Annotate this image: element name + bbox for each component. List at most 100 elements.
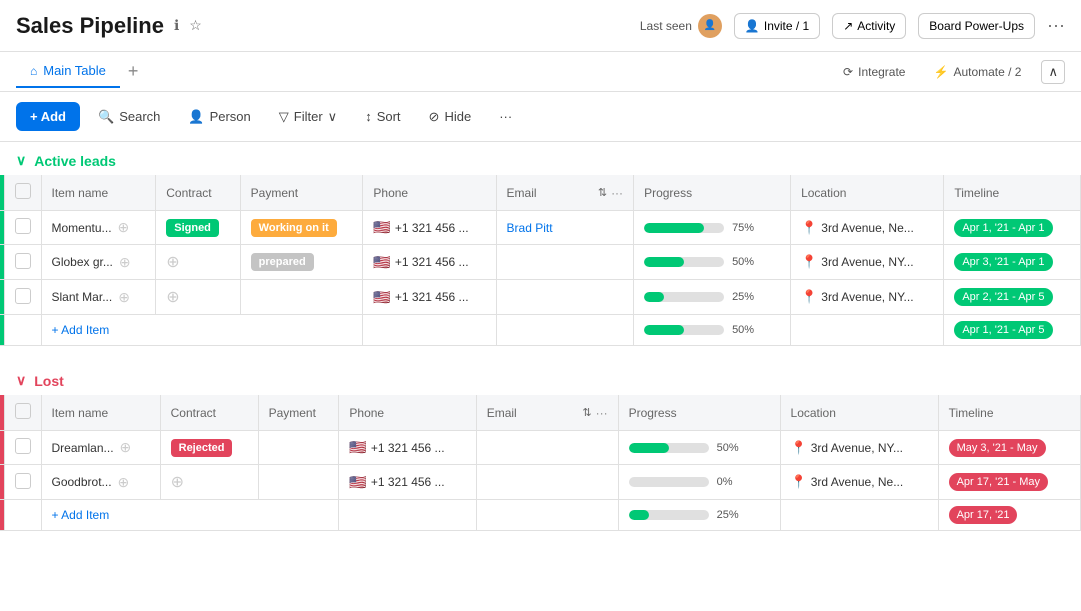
row-email (496, 280, 634, 315)
row-progress: 50% (618, 431, 780, 465)
add-person-icon[interactable]: ⊕ (118, 289, 130, 306)
add-item-row[interactable]: + Add Item 25% Apr 17, '21 (0, 500, 1081, 531)
group-header-lost: ∨ Lost (0, 362, 1081, 395)
add-person-icon[interactable]: ⊕ (118, 474, 130, 491)
integrate-button[interactable]: ⟳ Integrate (835, 61, 913, 83)
tabs-right: ⟳ Integrate ⚡ Automate / 2 ∧ (835, 60, 1065, 84)
info-icon[interactable]: ℹ (172, 15, 181, 36)
person-label: Person (210, 109, 251, 124)
th-location: Location (791, 175, 944, 211)
table-row: Globex gr... ⊕ ⊕ prepared 🇺🇸 +1 321 456 … (0, 245, 1081, 280)
hide-icon: ⊘ (429, 109, 440, 125)
row-phone: 🇺🇸 +1 321 456 ... (363, 211, 496, 245)
row-location: 📍 3rd Avenue, NY... (791, 280, 944, 315)
board-powerups-label: Board Power-Ups (929, 19, 1024, 33)
email-options-icon[interactable]: ··· (611, 186, 623, 200)
integrate-icon: ⟳ (843, 65, 853, 79)
row-checkbox[interactable] (15, 218, 31, 234)
row-timeline: May 3, '21 - May (938, 431, 1080, 465)
star-icon[interactable]: ☆ (187, 15, 204, 36)
location-icon: 📍 (801, 289, 817, 305)
more-tools-button[interactable]: ··· (489, 103, 522, 130)
flag-icon: 🇺🇸 (373, 219, 390, 236)
email-options-icon[interactable]: ··· (596, 406, 608, 420)
add-item-email (476, 500, 618, 531)
th-payment: Payment (240, 175, 363, 211)
row-payment (258, 431, 339, 465)
add-contract[interactable]: ⊕ (166, 254, 179, 271)
add-item-location (791, 315, 944, 346)
collapse-button[interactable]: ∧ (1041, 60, 1065, 84)
th-timeline: Timeline (944, 175, 1081, 211)
th-email: Email ⇅ ··· (496, 175, 634, 211)
row-checkbox[interactable] (15, 438, 31, 454)
app-title: Sales Pipeline (16, 13, 164, 39)
row-item-name: Goodbrot... ⊕ (41, 465, 160, 500)
th-phone: Phone (363, 175, 496, 211)
row-progress: 25% (634, 280, 791, 315)
add-item-timeline: Apr 1, '21 - Apr 5 (944, 315, 1081, 346)
email-link[interactable]: Brad Pitt (507, 221, 553, 235)
header-checkbox[interactable] (15, 403, 31, 419)
timeline-badge: Apr 1, '21 - Apr 1 (954, 219, 1052, 237)
progress-pct: 0% (717, 476, 745, 488)
automate-button[interactable]: ⚡ Automate / 2 (925, 61, 1029, 83)
row-checkbox[interactable] (15, 288, 31, 304)
email-sort-icon[interactable]: ⇅ (598, 186, 607, 199)
header-right: Last seen 👤 👤 Invite / 1 ↗ Activity Boar… (640, 13, 1065, 39)
add-contract[interactable]: ⊕ (166, 289, 179, 306)
add-person-icon[interactable]: ⊕ (119, 254, 131, 271)
table-row: Momentu... ⊕ Signed Working on it 🇺🇸 +1 … (0, 211, 1081, 245)
search-button[interactable]: 🔍 Search (88, 103, 170, 131)
row-contract: Signed (156, 211, 240, 245)
flag-icon: 🇺🇸 (349, 439, 366, 456)
add-item-label[interactable]: + Add Item (41, 315, 363, 346)
th-contract: Contract (160, 395, 258, 431)
header-checkbox[interactable] (15, 183, 31, 199)
row-item-name: Slant Mar... ⊕ (41, 280, 156, 315)
row-checkbox[interactable] (15, 253, 31, 269)
row-checkbox[interactable] (15, 473, 31, 489)
row-item-name: Dreamlan... ⊕ (41, 431, 160, 465)
add-label: + Add (30, 109, 66, 124)
table-row: Slant Mar... ⊕ ⊕ 🇺🇸 +1 321 456 ... (0, 280, 1081, 315)
add-item-timeline: Apr 17, '21 (938, 500, 1080, 531)
row-phone: 🇺🇸 +1 321 456 ... (363, 280, 496, 315)
add-item-row[interactable]: + Add Item 50% Apr 1, '21 - Apr 5 (0, 315, 1081, 346)
row-location: 📍 3rd Avenue, NY... (780, 431, 938, 465)
search-icon: 🔍 (98, 109, 114, 125)
group-chevron-lost[interactable]: ∨ (16, 372, 26, 389)
group-chevron-active[interactable]: ∨ (16, 152, 26, 169)
row-payment (258, 465, 339, 500)
tab-main-table[interactable]: ⌂ Main Table (16, 55, 120, 88)
row-timeline: Apr 2, '21 - Apr 5 (944, 280, 1081, 315)
row-timeline: Apr 3, '21 - Apr 1 (944, 245, 1081, 280)
add-contract[interactable]: ⊕ (171, 474, 184, 491)
add-item-label[interactable]: + Add Item (41, 500, 339, 531)
filter-button[interactable]: ▽ Filter ∨ (269, 103, 347, 131)
board-powerups-button[interactable]: Board Power-Ups (918, 13, 1035, 39)
last-seen: Last seen 👤 (640, 14, 722, 38)
phone-number: +1 321 456 ... (395, 290, 469, 304)
activity-icon: ↗ (843, 19, 853, 33)
add-tab-button[interactable]: + (120, 61, 147, 82)
row-email (476, 465, 618, 500)
add-person-icon[interactable]: ⊕ (118, 219, 130, 236)
add-person-icon[interactable]: ⊕ (120, 439, 132, 456)
person-button[interactable]: 👤 Person (178, 103, 260, 131)
more-options-button[interactable]: ··· (1047, 15, 1065, 36)
email-sort-icon[interactable]: ⇅ (582, 406, 591, 419)
th-location: Location (780, 395, 938, 431)
add-button[interactable]: + Add (16, 102, 80, 131)
more-tools-icon: ··· (499, 109, 512, 124)
hide-button[interactable]: ⊘ Hide (419, 103, 482, 131)
contract-badge: Rejected (171, 439, 233, 457)
search-label: Search (119, 109, 160, 124)
activity-button[interactable]: ↗ Activity (832, 13, 906, 39)
th-contract: Contract (156, 175, 240, 211)
avatar: 👤 (698, 14, 722, 38)
sort-button[interactable]: ↕ Sort (355, 103, 410, 130)
row-checkbox-cell (4, 245, 41, 280)
progress-pct: 75% (732, 222, 760, 234)
invite-button[interactable]: 👤 Invite / 1 (734, 13, 820, 39)
